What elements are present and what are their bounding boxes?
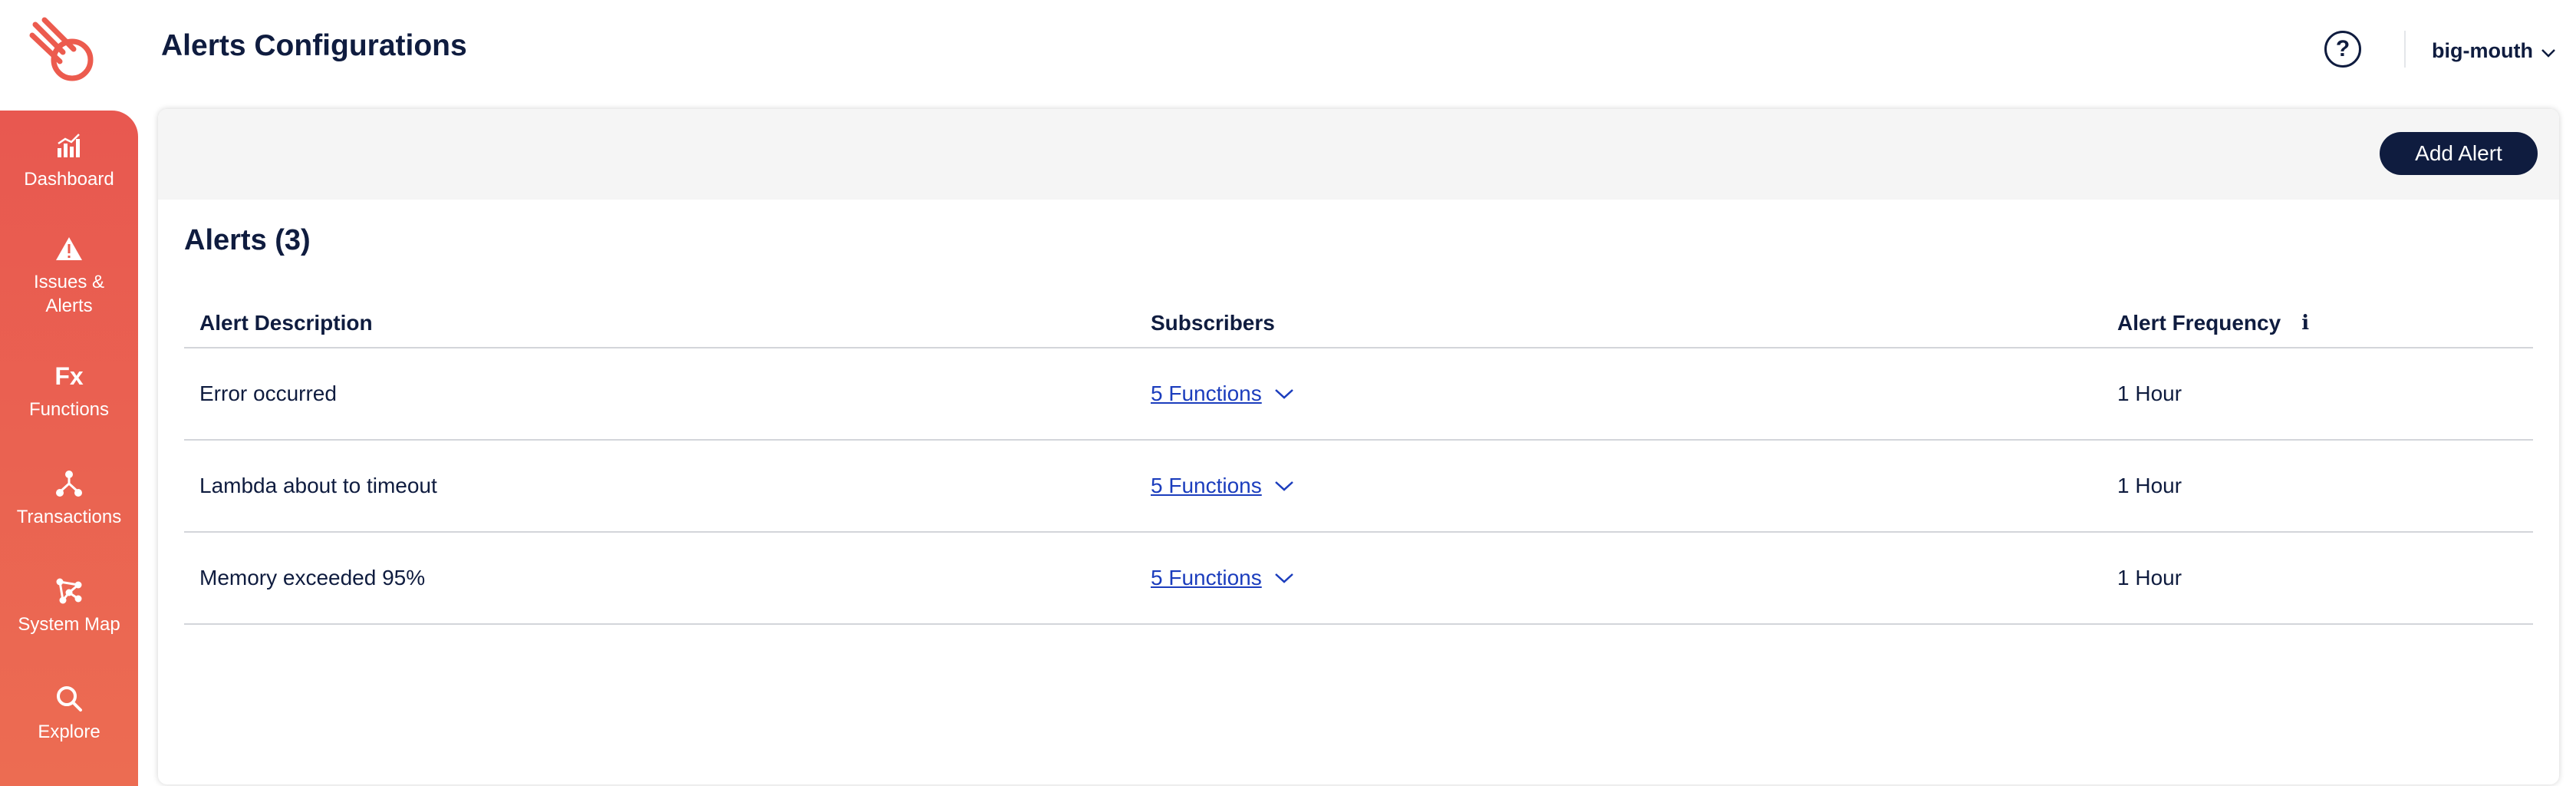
sidebar-item-dashboard[interactable]: Dashboard — [0, 130, 138, 191]
sidebar-item-label: Issues & Alerts — [33, 272, 105, 316]
search-icon — [54, 683, 84, 714]
table-row[interactable]: Memory exceeded 95% 5 Functions 1 Hour — [184, 533, 2533, 625]
subscribers-dropdown[interactable]: 5 Functions — [1151, 566, 1294, 590]
info-icon[interactable]: i — [2296, 312, 2314, 335]
column-header-description: Alert Description — [199, 311, 373, 335]
table-row[interactable]: Lambda about to timeout 5 Functions 1 Ho… — [184, 441, 2533, 533]
account-selector[interactable]: big-mouth — [2432, 35, 2556, 66]
column-header-subscribers: Subscribers — [1151, 311, 1275, 335]
fx-icon: Fx — [54, 362, 84, 390]
alert-frequency: 1 Hour — [2117, 474, 2182, 497]
subscribers-link: 5 Functions — [1151, 381, 1262, 405]
bar-chart-icon — [54, 130, 84, 161]
sidebar-item-label: Functions — [28, 399, 110, 420]
header-divider — [2404, 31, 2406, 68]
sidebar-item-label: Dashboard — [24, 169, 114, 190]
sidebar-item-explore[interactable]: Explore — [0, 683, 138, 744]
panel-toolbar: Add Alert — [158, 109, 2559, 200]
subscribers-link: 5 Functions — [1151, 566, 1262, 590]
network-map-icon — [54, 576, 84, 606]
subscribers-cell: 5 Functions — [1151, 441, 1294, 531]
alerts-section-title: Alerts (3) — [184, 224, 311, 256]
alert-description: Error occurred — [199, 381, 337, 405]
table-header: Alert Description Subscribers Alert Freq… — [184, 299, 2533, 348]
brand-logo[interactable] — [29, 17, 101, 89]
alert-frequency: 1 Hour — [2117, 381, 2182, 405]
sidebar-item-label: Explore — [38, 722, 100, 742]
column-header-frequency: Alert Frequency i — [2117, 299, 2314, 347]
chevron-down-icon — [2541, 39, 2556, 63]
subscribers-link: 5 Functions — [1151, 474, 1262, 497]
alert-description: Lambda about to timeout — [199, 474, 437, 497]
sidebar-nav: Dashboard Issues & Alerts Fx Functions T… — [0, 111, 138, 786]
sidebar-item-label: System Map — [18, 614, 120, 635]
column-header-frequency-label: Alert Frequency — [2117, 311, 2281, 335]
sidebar-item-label: Transactions — [16, 507, 122, 527]
sidebar-item-transactions[interactable]: Transactions — [0, 468, 138, 529]
sidebar-item-functions[interactable]: Fx Functions — [0, 361, 138, 421]
alerts-panel: Add Alert Alerts (3) Alert Description S… — [158, 109, 2559, 784]
subscribers-dropdown[interactable]: 5 Functions — [1151, 474, 1294, 498]
alert-frequency: 1 Hour — [2117, 566, 2182, 590]
nodes-icon — [54, 468, 84, 499]
page-title: Alerts Configurations — [161, 29, 467, 62]
subscribers-dropdown[interactable]: 5 Functions — [1151, 381, 1294, 406]
chevron-down-icon — [1274, 572, 1294, 584]
help-button[interactable]: ? — [2324, 31, 2361, 68]
subscribers-cell: 5 Functions — [1151, 348, 1294, 439]
chevron-down-icon — [1274, 388, 1294, 400]
alerts-table: Alert Description Subscribers Alert Freq… — [184, 299, 2533, 625]
alert-description: Memory exceeded 95% — [199, 566, 426, 590]
sidebar-item-issues-alerts[interactable]: Issues & Alerts — [0, 233, 138, 318]
warning-triangle-icon — [54, 233, 84, 264]
account-name: big-mouth — [2432, 38, 2533, 62]
sidebar-item-system-map[interactable]: System Map — [0, 576, 138, 636]
question-circle-icon: ? — [2335, 36, 2350, 61]
add-alert-button[interactable]: Add Alert — [2380, 132, 2538, 175]
table-row[interactable]: Error occurred 5 Functions 1 Hour — [184, 348, 2533, 441]
chevron-down-icon — [1274, 480, 1294, 492]
subscribers-cell: 5 Functions — [1151, 533, 1294, 623]
